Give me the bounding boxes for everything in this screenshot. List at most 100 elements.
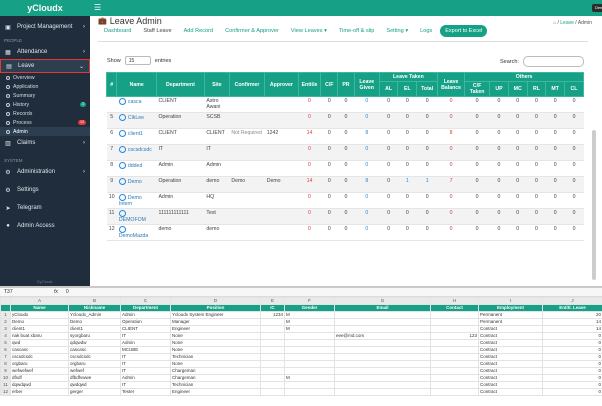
spreadsheet-cell[interactable]: None — [170, 339, 261, 347]
formula-input[interactable]: 0 — [66, 289, 69, 295]
spreadsheet-cell[interactable] — [260, 346, 285, 354]
spreadsheet-cell[interactable] — [284, 360, 335, 368]
menu-icon[interactable]: ☰ — [94, 3, 101, 12]
col-header[interactable]: MC — [507, 81, 528, 97]
spreadsheet-cell[interactable] — [430, 325, 479, 333]
col-header[interactable]: RL — [526, 81, 547, 97]
spreadsheet-cell[interactable]: Ycloudx System Engineer — [170, 311, 261, 319]
spreadsheet-cell[interactable] — [334, 360, 431, 368]
sidebar-item-administration[interactable]: ⚙ Administration › — [0, 165, 90, 179]
tab-staff-leave[interactable]: Staff Leave — [143, 28, 171, 34]
spreadsheet-cell[interactable]: IT — [120, 367, 171, 375]
header-cell[interactable]: Employment — [478, 304, 543, 312]
sidebar-item-telegram[interactable]: ➤ Telegram — [0, 201, 90, 215]
spreadsheet-cell[interactable]: 0 — [542, 360, 602, 368]
spreadsheet-cell[interactable]: 20 — [542, 311, 602, 319]
spreadsheet-cell[interactable] — [260, 325, 285, 333]
col-header[interactable]: C/F Taken — [464, 81, 491, 97]
spreadsheet-cell[interactable]: Demo — [10, 318, 69, 326]
spreadsheet-cell[interactable]: 0 — [542, 374, 602, 382]
spreadsheet-cell[interactable] — [260, 353, 285, 361]
spreadsheet-cell[interactable] — [284, 339, 335, 347]
tab-dashboard[interactable]: Dashboard — [104, 28, 131, 34]
spreadsheet-cell[interactable]: 0 — [542, 367, 602, 375]
spreadsheet-cell[interactable] — [284, 388, 335, 396]
spreadsheet-cell[interactable]: Chargeman — [170, 367, 261, 375]
spreadsheet-cell[interactable] — [430, 367, 479, 375]
spreadsheet-cell[interactable]: Manager — [170, 318, 261, 326]
col-header[interactable]: Name — [116, 72, 157, 97]
col-header[interactable]: CL — [564, 81, 584, 97]
col-header[interactable]: # — [105, 72, 118, 97]
spreadsheet-cell[interactable]: Contract — [478, 388, 543, 396]
spreadsheet-cell[interactable]: None — [170, 346, 261, 354]
sidebar-item-leave[interactable]: ▤ Leave ⌄ — [0, 59, 90, 73]
col-header[interactable]: C/F — [320, 72, 339, 97]
spreadsheet-cell[interactable] — [430, 374, 479, 382]
col-header[interactable]: MT — [545, 81, 566, 97]
spreadsheet-cell[interactable] — [284, 353, 335, 361]
spreadsheet-cell[interactable]: dfsdf — [10, 374, 69, 382]
spreadsheet-cell[interactable] — [430, 360, 479, 368]
sidebar-subitem-summary[interactable]: Summary — [0, 91, 90, 100]
spreadsheet-cell[interactable]: 0 — [542, 332, 602, 340]
spreadsheet-cell[interactable] — [260, 360, 285, 368]
demo-button[interactable]: Demo — [592, 4, 602, 12]
spreadsheet-cell[interactable]: None — [170, 332, 261, 340]
header-cell[interactable]: Position — [170, 304, 261, 312]
header-cell[interactable]: Nickname — [68, 304, 121, 312]
employee-name-link[interactable]: casca — [116, 96, 157, 113]
spreadsheet-cell[interactable] — [334, 311, 431, 319]
spreadsheet-cell[interactable] — [334, 339, 431, 347]
column-letter[interactable]: H — [430, 297, 479, 305]
tab-time-off-slip[interactable]: Time-off & slip — [339, 28, 374, 34]
spreadsheet-cell[interactable]: None — [170, 360, 261, 368]
col-header[interactable]: EL — [397, 81, 418, 97]
spreadsheet-cell[interactable] — [334, 381, 431, 389]
spreadsheet-cell[interactable]: 14 — [542, 325, 602, 333]
spreadsheet-cell[interactable]: qwd — [10, 339, 69, 347]
spreadsheet-cell[interactable]: orgbaru — [10, 360, 69, 368]
spreadsheet-cell[interactable] — [430, 318, 479, 326]
sidebar-item-project-management[interactable]: ▣ Project Management › — [0, 20, 90, 34]
spreadsheet-cell[interactable]: nak buat xbaru — [10, 332, 69, 340]
spreadsheet-cell[interactable] — [430, 388, 479, 396]
spreadsheet-cell[interactable]: 0 — [542, 388, 602, 396]
col-header[interactable]: Site — [203, 72, 230, 97]
spreadsheet-cell[interactable] — [334, 346, 431, 354]
sidebar-subitem-process[interactable]: Process 12 — [0, 118, 90, 127]
tab-confirmer-approver[interactable]: Confirmer & Approver — [225, 28, 279, 34]
spreadsheet-cell[interactable]: Technician — [170, 353, 261, 361]
spreadsheet-cell[interactable]: qdqwdw — [68, 339, 121, 347]
employee-name-link[interactable]: client1 — [116, 128, 157, 145]
employee-name-link[interactable]: ClkLee — [116, 112, 157, 129]
export-to-excel-button[interactable]: Export to Excel — [440, 25, 488, 37]
breadcrumb-leave[interactable]: Leave — [560, 20, 574, 26]
employee-name-link[interactable]: DEMOFOM — [116, 208, 157, 225]
spreadsheet-cell[interactable] — [430, 381, 479, 389]
spreadsheet-cell[interactable]: dfbdfvwwe — [68, 374, 121, 382]
spreadsheet-cell[interactable] — [334, 325, 431, 333]
spreadsheet-cell[interactable] — [430, 353, 479, 361]
col-header[interactable]: Department — [155, 72, 205, 97]
spreadsheet-cell[interactable]: Admin — [120, 374, 171, 382]
column-letter[interactable]: A — [10, 297, 69, 305]
spreadsheet-cell[interactable]: syorgbaru — [68, 332, 121, 340]
spreadsheet-cell[interactable]: 123 — [430, 332, 479, 340]
col-header[interactable]: UP — [489, 81, 509, 97]
spreadsheet-cell[interactable] — [334, 353, 431, 361]
tab-logs[interactable]: Logs — [420, 28, 432, 34]
spreadsheet-cell[interactable] — [430, 339, 479, 347]
spreadsheet-cell[interactable]: cscsdcsdc — [10, 353, 69, 361]
sidebar-subitem-overview[interactable]: Overview — [0, 73, 90, 82]
spreadsheet-cell[interactable] — [260, 332, 285, 340]
spreadsheet-cell[interactable]: Engineer — [170, 388, 261, 396]
spreadsheet-cell[interactable]: 0 — [542, 353, 602, 361]
entries-select[interactable]: 15 — [124, 56, 151, 65]
spreadsheet-cell[interactable] — [334, 367, 431, 375]
spreadsheet-cell[interactable]: Contract — [478, 346, 543, 354]
spreadsheet-cell[interactable] — [334, 318, 431, 326]
home-icon[interactable]: ⌂ — [553, 20, 556, 26]
column-letter[interactable]: C — [120, 297, 171, 305]
tab-view-leaves[interactable]: View Leaves ▾ — [291, 28, 327, 34]
